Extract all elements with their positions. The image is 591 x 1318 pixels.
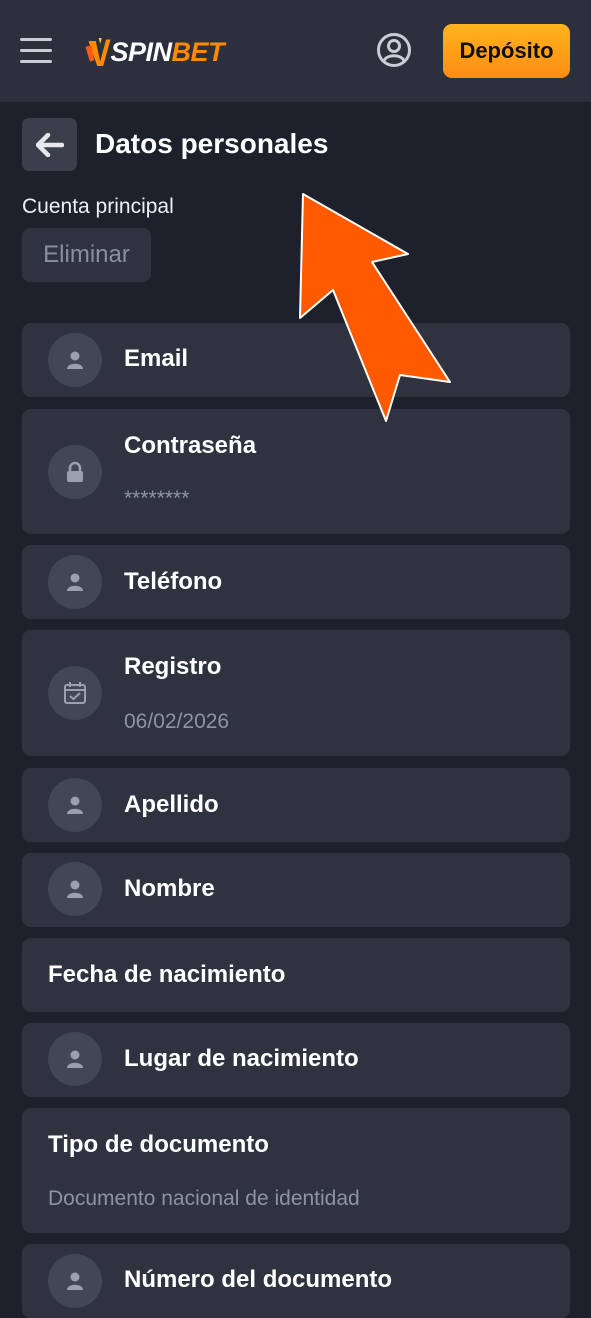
field-label: Contraseña	[124, 432, 257, 459]
field-label: Email	[124, 345, 189, 372]
field-label: Lugar de nacimiento	[124, 1045, 359, 1072]
lock-icon	[48, 445, 102, 499]
top-bar: SPINBET Depósito	[0, 0, 591, 102]
field-phone[interactable]: Teléfono	[22, 545, 570, 619]
field-document-type[interactable]: Tipo de documento Documento nacional de …	[22, 1108, 570, 1233]
field-label: Fecha de nacimiento	[48, 961, 286, 988]
field-registration[interactable]: Registro 06/02/2026	[22, 630, 570, 756]
calendar-check-icon	[48, 666, 102, 720]
user-icon	[48, 862, 102, 916]
field-label: Apellido	[124, 791, 219, 818]
deposit-button[interactable]: Depósito	[443, 24, 570, 78]
field-document-number[interactable]: Número del documento	[22, 1244, 570, 1318]
logo[interactable]: SPINBET	[84, 26, 224, 78]
field-value: 06/02/2026	[124, 710, 230, 733]
delete-button[interactable]: Eliminar	[22, 228, 151, 282]
logo-mark-icon	[85, 38, 111, 66]
field-label: Número del documento	[124, 1266, 393, 1293]
field-label: Teléfono	[124, 568, 223, 595]
user-circle-icon[interactable]	[376, 32, 412, 68]
logo-bet: BET	[171, 36, 225, 67]
user-icon	[48, 778, 102, 832]
back-button[interactable]	[22, 118, 77, 171]
user-icon	[48, 1254, 102, 1308]
field-email[interactable]: Email	[22, 323, 570, 397]
logo-spin: SPIN	[110, 36, 172, 67]
page-title: Datos personales	[95, 128, 329, 159]
user-icon	[48, 1032, 102, 1086]
user-icon	[48, 555, 102, 609]
field-value: ********	[124, 487, 190, 510]
arrow-left-icon	[35, 132, 64, 157]
user-icon	[48, 333, 102, 387]
field-password[interactable]: Contraseña ********	[22, 409, 570, 534]
field-label: Tipo de documento	[48, 1131, 269, 1158]
account-label: Cuenta principal	[22, 195, 174, 218]
field-last-name[interactable]: Apellido	[22, 768, 570, 842]
field-birth-date[interactable]: Fecha de nacimiento	[22, 938, 570, 1012]
logo-text: SPINBET	[110, 37, 224, 68]
menu-icon[interactable]	[20, 36, 52, 66]
field-first-name[interactable]: Nombre	[22, 853, 570, 927]
field-label: Nombre	[124, 875, 215, 902]
field-birth-place[interactable]: Lugar de nacimiento	[22, 1023, 570, 1097]
field-value: Documento nacional de identidad	[48, 1187, 360, 1210]
field-label: Registro	[124, 653, 222, 680]
